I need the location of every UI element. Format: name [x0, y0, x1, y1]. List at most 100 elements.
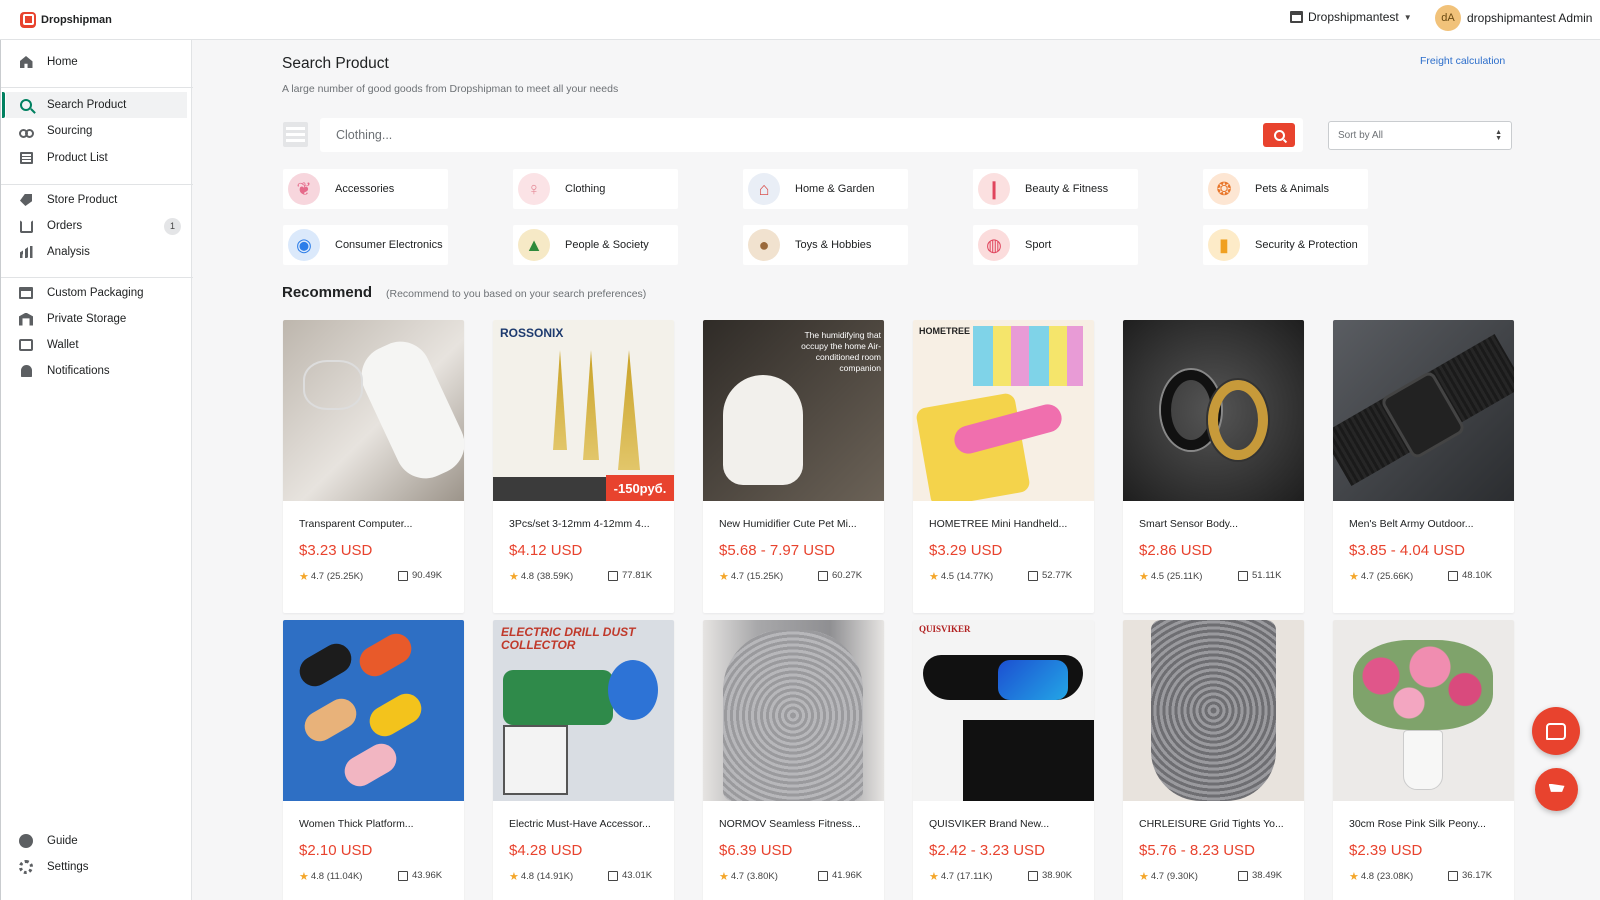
sidebar-item-label: Private Storage — [47, 313, 127, 325]
product-image[interactable] — [1333, 620, 1514, 801]
product-name: 30cm Rose Pink Silk Peony... — [1349, 818, 1486, 830]
product-card[interactable]: Smart Sensor Body... $2.86 USD ★ 4.5 (25.… — [1123, 320, 1304, 613]
sidebar-item-custom-packaging[interactable]: Custom Packaging — [1, 280, 193, 306]
sidebar-item-settings[interactable]: Settings — [1, 854, 193, 880]
product-image[interactable] — [703, 620, 884, 801]
product-image[interactable] — [283, 320, 464, 501]
product-price: $5.76 - 8.23 USD — [1139, 842, 1255, 859]
product-card[interactable]: The humidifying that occupy the home Air… — [703, 320, 884, 613]
product-image[interactable] — [1333, 320, 1514, 501]
product-image[interactable] — [1123, 320, 1304, 501]
category-menu-button[interactable] — [283, 122, 308, 147]
product-image[interactable]: HOMETREE — [913, 320, 1094, 501]
product-image[interactable]: ELECTRIC DRILL DUST COLLECTOR — [493, 620, 674, 801]
app-logo[interactable]: Dropshipman — [20, 11, 112, 28]
cart-button[interactable] — [1535, 768, 1578, 811]
page-title: Search Product — [282, 55, 389, 72]
sold-count: 52.77K — [1042, 570, 1073, 581]
sidebar-item-store-product[interactable]: Store Product — [1, 187, 193, 213]
product-name: QUISVIKER Brand New... — [929, 818, 1050, 830]
category-consumer-electronics[interactable]: ◉ Consumer Electronics — [283, 225, 448, 265]
sidebar-item-wallet[interactable]: Wallet — [1, 332, 193, 358]
product-image[interactable]: QUISVIKER — [913, 620, 1094, 801]
download-icon — [608, 570, 618, 581]
product-name: CHRLEISURE Grid Tights Yo... — [1139, 818, 1284, 830]
product-image[interactable]: The humidifying that occupy the home Air… — [703, 320, 884, 501]
sidebar-item-label: Wallet — [47, 339, 79, 351]
sidebar-item-orders[interactable]: Orders 1 — [1, 213, 193, 239]
sidebar-item-analysis[interactable]: Analysis — [1, 239, 193, 265]
download-icon — [398, 870, 408, 881]
star-icon: ★ — [929, 571, 939, 583]
product-name: Smart Sensor Body... — [1139, 518, 1239, 530]
product-card[interactable]: Men's Belt Army Outdoor... $3.85 - 4.04 … — [1333, 320, 1514, 613]
sidebar-item-search-product[interactable]: Search Product — [6, 92, 187, 118]
product-sold: 48.10K — [1448, 570, 1492, 581]
category-home-garden[interactable]: ⌂ Home & Garden — [743, 169, 908, 209]
download-icon — [1238, 570, 1248, 581]
sidebar-item-notifications[interactable]: Notifications — [1, 358, 193, 384]
category-pets-animals[interactable]: ❂ Pets & Animals — [1203, 169, 1368, 209]
sidebar-item-label: Custom Packaging — [47, 287, 144, 299]
category-clothing[interactable]: ♀ Clothing — [513, 169, 678, 209]
category-label: Clothing — [565, 183, 606, 195]
sidebar-item-home[interactable]: Home — [1, 49, 193, 75]
sold-count: 51.11K — [1252, 570, 1282, 581]
product-card[interactable]: HOMETREE HOMETREE Mini Handheld... $3.29… — [913, 320, 1094, 613]
category-toys-hobbies[interactable]: ● Toys & Hobbies — [743, 225, 908, 265]
store-switcher[interactable]: Dropshipmantest ▼ — [1290, 10, 1412, 24]
recommend-subtitle: (Recommend to you based on your search p… — [386, 288, 647, 300]
tag-icon — [18, 192, 34, 208]
product-rating: ★ 4.8 (11.04K) — [299, 870, 362, 883]
rating-value: 4.8 (23.08K) — [1360, 871, 1414, 882]
category-people-society[interactable]: ▲ People & Society — [513, 225, 678, 265]
sidebar-item-label: Product List — [47, 152, 108, 164]
star-icon: ★ — [719, 871, 729, 883]
product-image[interactable] — [1123, 620, 1304, 801]
category-accessories[interactable]: ❦ Accessories — [283, 169, 448, 209]
product-price: $6.39 USD — [719, 842, 793, 859]
dress-icon: ♀ — [518, 173, 550, 205]
product-card[interactable]: ELECTRIC DRILL DUST COLLECTOR Electric M… — [493, 620, 674, 900]
product-card[interactable]: ROSSONIX -150руб. 3Pcs/set 3-12mm 4-12mm… — [493, 320, 674, 613]
star-icon: ★ — [1349, 571, 1359, 583]
download-icon — [818, 870, 828, 881]
user-menu[interactable]: dA dropshipmantest Admin — [1435, 5, 1592, 31]
product-card[interactable]: QUISVIKER QUISVIKER Brand New... $2.42 -… — [913, 620, 1094, 900]
freight-calculation-link[interactable]: Freight calculation — [1420, 55, 1505, 67]
product-card[interactable]: NORMOV Seamless Fitness... $6.39 USD ★ 4.… — [703, 620, 884, 900]
category-label: Pets & Animals — [1255, 183, 1329, 195]
download-icon — [608, 870, 618, 881]
home-icon — [18, 54, 34, 70]
sidebar-item-label: Sourcing — [47, 125, 93, 137]
product-card[interactable]: 30cm Rose Pink Silk Peony... $2.39 USD ★… — [1333, 620, 1514, 900]
product-image[interactable] — [283, 620, 464, 801]
sidebar-item-label: Store Product — [47, 194, 118, 206]
sidebar-item-sourcing[interactable]: Sourcing — [1, 118, 193, 144]
star-icon: ★ — [1349, 871, 1359, 883]
product-card[interactable]: CHRLEISURE Grid Tights Yo... $5.76 - 8.2… — [1123, 620, 1304, 900]
product-card[interactable]: Transparent Computer... $3.23 USD ★ 4.7 (… — [283, 320, 464, 613]
product-sold: 38.49K — [1238, 870, 1282, 881]
chat-button[interactable] — [1532, 707, 1580, 755]
sold-count: 43.96K — [412, 870, 443, 881]
category-security-protection[interactable]: ▮ Security & Protection — [1203, 225, 1368, 265]
product-card[interactable]: Women Thick Platform... $2.10 USD ★ 4.8 (… — [283, 620, 464, 900]
sidebar-item-private-storage[interactable]: Private Storage — [1, 306, 193, 332]
sidebar-item-guide[interactable]: Guide — [1, 828, 193, 854]
category-label: Accessories — [335, 183, 395, 195]
product-sold: 43.01K — [608, 870, 652, 881]
category-sport[interactable]: ◍ Sport — [973, 225, 1138, 265]
category-beauty-fitness[interactable]: ❙ Beauty & Fitness — [973, 169, 1138, 209]
search-button[interactable] — [1263, 123, 1295, 147]
product-rating: ★ 4.8 (38.59K) — [509, 570, 573, 583]
sidebar-item-product-list[interactable]: Product List — [1, 145, 193, 171]
search-input[interactable] — [336, 128, 1216, 142]
product-name: HOMETREE Mini Handheld... — [929, 518, 1068, 530]
sort-select[interactable]: Sort by All ▲ ▼ — [1328, 121, 1512, 150]
product-price: $3.23 USD — [299, 542, 373, 559]
product-image[interactable]: ROSSONIX -150руб. — [493, 320, 674, 501]
sidebar-item-label: Analysis — [47, 246, 90, 258]
orders-icon — [18, 218, 34, 234]
logo-text: Dropshipman — [41, 13, 112, 26]
